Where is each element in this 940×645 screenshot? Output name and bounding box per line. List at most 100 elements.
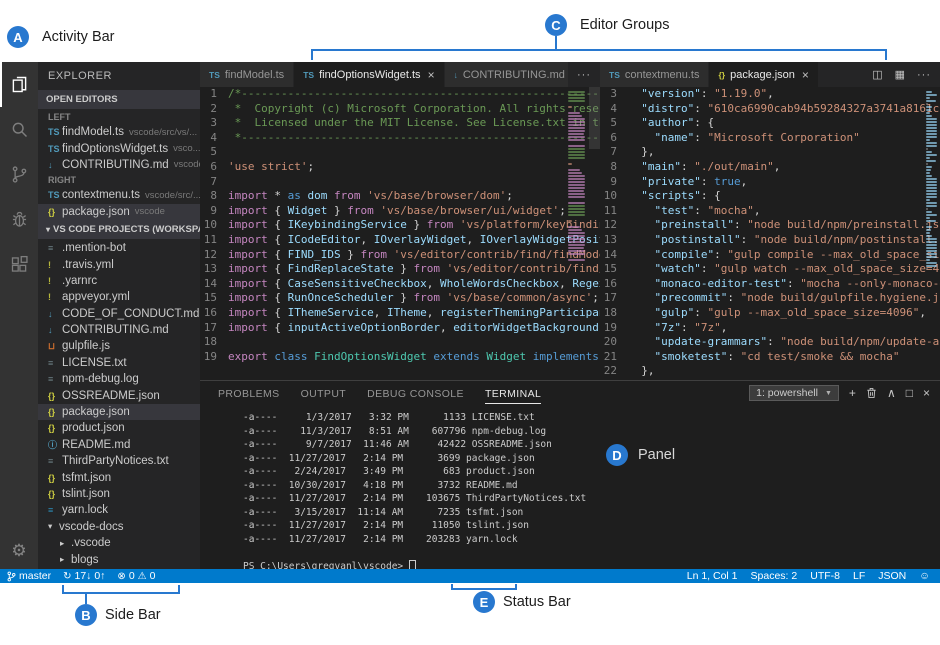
encoding-item[interactable]: UTF-8 bbox=[810, 570, 840, 582]
close-tab-icon[interactable]: × bbox=[802, 68, 809, 82]
line-number: 22 bbox=[600, 364, 628, 379]
open-editor-item[interactable]: TSfindOptionsWidget.tsvsco... bbox=[38, 140, 200, 156]
folder-item[interactable]: ▸blogs bbox=[38, 551, 200, 567]
file-detail: vscode bbox=[174, 159, 200, 170]
minimap[interactable] bbox=[926, 90, 940, 380]
search-icon[interactable] bbox=[0, 107, 38, 152]
eol-item[interactable]: LF bbox=[853, 570, 865, 582]
file-name: OSSREADME.json bbox=[62, 390, 160, 402]
indentation-item[interactable]: Spaces: 2 bbox=[751, 570, 798, 582]
file-type-icon: {} bbox=[48, 489, 62, 499]
file-item[interactable]: ≡LICENSE.txt bbox=[38, 355, 200, 371]
line-number: 19 bbox=[600, 321, 628, 336]
layout-icon[interactable]: ▦ bbox=[895, 68, 906, 81]
callout-c-tick-right bbox=[885, 49, 887, 60]
file-item[interactable]: {}tsfmt.json bbox=[38, 469, 200, 485]
open-editor-item[interactable]: ↓CONTRIBUTING.mdvscode bbox=[38, 157, 200, 173]
line-number: 9 bbox=[600, 175, 628, 190]
git-sync-item[interactable]: ↻ 17↓ 0↑ bbox=[63, 570, 105, 582]
file-type-icon: {} bbox=[48, 207, 62, 217]
file-type-icon: {} bbox=[48, 407, 62, 417]
panel-tab-output[interactable]: OUTPUT bbox=[301, 383, 347, 403]
file-type-icon: ≡ bbox=[48, 505, 62, 515]
file-item[interactable]: {}product.json bbox=[38, 420, 200, 436]
maximize-panel-icon[interactable]: ∧ bbox=[887, 386, 896, 400]
file-name: .mention-bot bbox=[62, 242, 126, 254]
file-item[interactable]: !.yarnrc bbox=[38, 273, 200, 289]
split-editor-icon[interactable]: ◫ bbox=[872, 68, 883, 81]
editor-tab[interactable]: TSfindOptionsWidget.ts× bbox=[294, 62, 444, 87]
minimap[interactable] bbox=[568, 90, 588, 380]
panel-tab-terminal[interactable]: TERMINAL bbox=[485, 383, 541, 404]
panel-tab-debug-console[interactable]: DEBUG CONSOLE bbox=[367, 383, 464, 403]
file-item[interactable]: ⊔gulpfile.js bbox=[38, 338, 200, 354]
code-editor[interactable]: 1/*-------------------------------------… bbox=[200, 87, 600, 380]
more-actions-icon[interactable]: ··· bbox=[917, 69, 931, 81]
file-item[interactable]: ≡npm-debug.log bbox=[38, 371, 200, 387]
extensions-icon[interactable] bbox=[0, 242, 38, 287]
file-item[interactable]: ≡yarn.lock bbox=[38, 502, 200, 518]
file-name: .yarnrc bbox=[62, 275, 97, 287]
terminal-select[interactable]: 1: powershell ▼ bbox=[749, 385, 839, 401]
feedback-smiley-icon[interactable]: ☺ bbox=[919, 570, 930, 582]
line-number: 8 bbox=[200, 189, 228, 204]
debug-icon[interactable] bbox=[0, 197, 38, 242]
line-number: 19 bbox=[200, 350, 228, 365]
terminal-line: -a---- 11/3/2017 8:51 AM 607796 npm-debu… bbox=[243, 425, 940, 439]
open-editor-item[interactable]: TScontextmenu.tsvscode/src/... bbox=[38, 187, 200, 203]
file-item[interactable]: {}tslint.json bbox=[38, 486, 200, 502]
file-type-icon: TS bbox=[48, 144, 62, 154]
file-item[interactable]: !.travis.yml bbox=[38, 256, 200, 272]
file-item[interactable]: ≡.mention-bot bbox=[38, 240, 200, 256]
panel-tab-problems[interactable]: PROBLEMS bbox=[218, 383, 280, 403]
file-item[interactable]: ↓CONTRIBUTING.md bbox=[38, 322, 200, 338]
scrollbar[interactable] bbox=[589, 87, 600, 149]
file-item[interactable]: ⓘREADME.md bbox=[38, 437, 200, 453]
file-name: vscode-docs bbox=[59, 521, 124, 533]
explorer-icon[interactable] bbox=[0, 62, 38, 107]
new-terminal-icon[interactable]: + bbox=[849, 386, 856, 400]
restore-panel-icon[interactable]: □ bbox=[906, 386, 913, 400]
status-bar-right: Ln 1, Col 1 Spaces: 2 UTF-8 LF JSON ☺ bbox=[687, 570, 940, 582]
file-item[interactable]: {}OSSREADME.json bbox=[38, 387, 200, 403]
open-editor-item[interactable]: {}package.jsonvscode bbox=[38, 204, 200, 220]
close-tab-icon[interactable]: × bbox=[428, 68, 435, 82]
folder-item[interactable]: ▾vscode-docs bbox=[38, 519, 200, 535]
file-item[interactable]: ≡ThirdPartyNotices.txt bbox=[38, 453, 200, 469]
file-item[interactable]: ↓CODE_OF_CONDUCT.md bbox=[38, 306, 200, 322]
source-control-icon[interactable] bbox=[0, 152, 38, 197]
code-line: 20 "update-grammars": "node build/npm/up… bbox=[600, 335, 940, 350]
line-number: 17 bbox=[200, 321, 228, 336]
editor-tab[interactable]: {}package.json× bbox=[709, 62, 818, 87]
folder-item[interactable]: ▸.vscode bbox=[38, 535, 200, 551]
problems-item[interactable]: ⊗ 0 ⚠ 0 bbox=[117, 570, 155, 582]
code-line: 12import { FIND_IDS } from 'vs/editor/co… bbox=[200, 248, 600, 263]
code-line: 14import { CaseSensitiveCheckbox, WholeW… bbox=[200, 277, 600, 292]
editor-tab[interactable]: TSfindModel.ts bbox=[200, 62, 294, 87]
callout-e-bracket bbox=[451, 588, 517, 590]
settings-gear-icon[interactable]: ⚙ bbox=[0, 533, 38, 569]
file-item[interactable]: {}package.json bbox=[38, 404, 200, 420]
open-editors-header[interactable]: OPEN EDITORS bbox=[38, 90, 200, 109]
language-mode-item[interactable]: JSON bbox=[878, 570, 906, 582]
section-title: OPEN EDITORS bbox=[46, 94, 118, 105]
close-panel-icon[interactable]: × bbox=[923, 386, 930, 400]
line-number: 11 bbox=[600, 204, 628, 219]
panel: PROBLEMS OUTPUT DEBUG CONSOLE TERMINAL 1: p… bbox=[200, 380, 940, 569]
terminal-line: -a---- 9/7/2017 11:46 AM 42422 OSSREADME… bbox=[243, 438, 940, 452]
file-item[interactable]: !appveyor.yml bbox=[38, 289, 200, 305]
open-editor-item[interactable]: TSfindModel.tsvscode/src/vs/... bbox=[38, 124, 200, 140]
git-branch-item[interactable]: master bbox=[7, 570, 51, 582]
editor-tab[interactable]: ↓CONTRIBUTING.md bbox=[445, 62, 568, 87]
more-actions-icon[interactable]: ··· bbox=[577, 69, 591, 81]
code-editor[interactable]: 3 "version": "1.19.0",4 "distro": "610ca… bbox=[600, 87, 940, 380]
file-name: .vscode bbox=[71, 537, 111, 549]
workspace-header[interactable]: ▾ VS CODE PROJECTS (WORKSPACE) bbox=[38, 220, 200, 239]
terminal-output[interactable]: -a---- 1/3/2017 3:32 PM 1133 LICENSE.txt… bbox=[200, 405, 940, 573]
editor-tab[interactable]: TScontextmenu.ts bbox=[600, 62, 709, 87]
terminal-line: -a---- 11/27/2017 2:14 PM 3699 package.j… bbox=[243, 452, 940, 466]
file-detail: vsco... bbox=[173, 143, 200, 154]
file-type-icon: TS bbox=[48, 127, 62, 137]
cursor-position-item[interactable]: Ln 1, Col 1 bbox=[687, 570, 738, 582]
kill-terminal-icon[interactable] bbox=[866, 387, 877, 399]
